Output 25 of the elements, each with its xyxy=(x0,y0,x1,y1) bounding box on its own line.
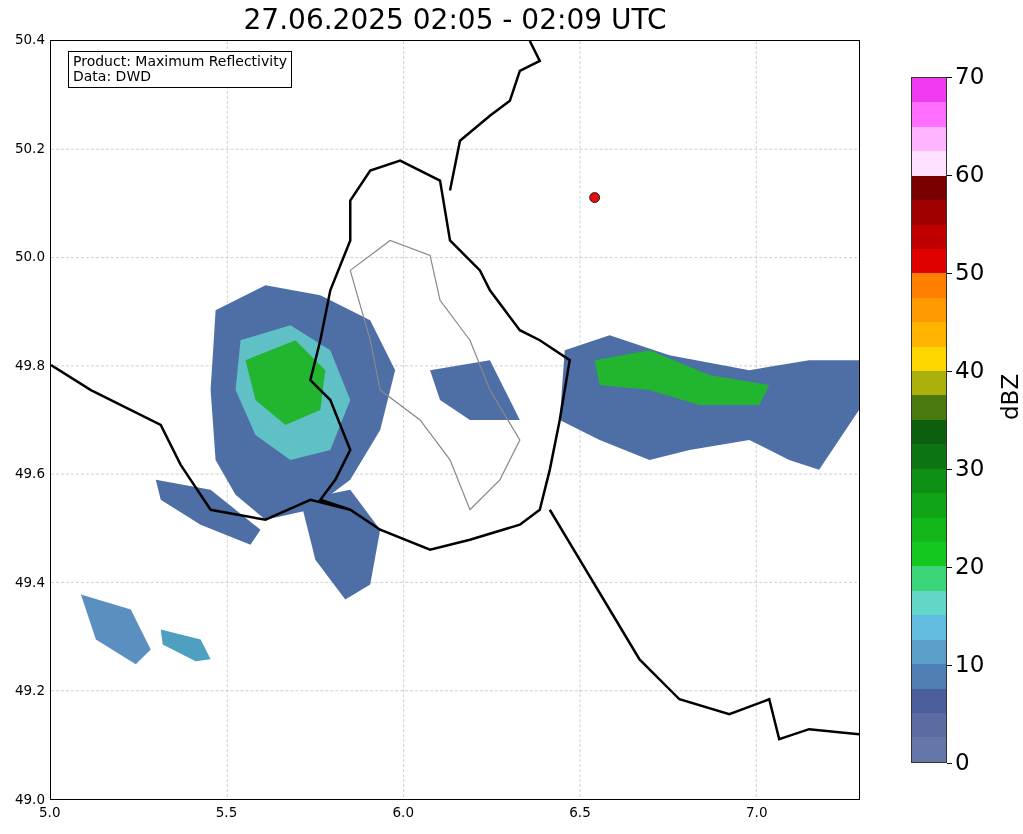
axis-tick-label: 5.5 xyxy=(215,806,238,820)
axis-tick-label: 50.0 xyxy=(14,250,45,264)
colorbar-tick-label: 40 xyxy=(955,359,985,382)
axis-tick-label: 7.0 xyxy=(746,806,768,820)
colorbar-tick-label: 50 xyxy=(955,261,985,284)
axis-tick-label: 5.0 xyxy=(39,806,61,820)
axis-tick-label: 50.2 xyxy=(14,141,45,156)
axis-tick-label: 49.0 xyxy=(14,793,45,807)
info-text-line: Data: DWD xyxy=(73,69,152,85)
info-text-line: Product: Maximum Reflectivity xyxy=(73,54,287,70)
axis-tick-label: 49.4 xyxy=(14,575,45,590)
chart-title: 27.06.2025 02:05 - 02:09 UTC xyxy=(243,6,667,34)
colorbar-tick-label: 70 xyxy=(955,65,985,88)
axis-tick-label: 50.4 xyxy=(14,33,45,47)
axis-tick-label: 6.5 xyxy=(569,806,591,820)
colorbar-tick-label: 20 xyxy=(955,555,985,578)
axis-tick-label: 6.0 xyxy=(392,806,414,820)
axis-tick-label: 49.2 xyxy=(14,684,45,698)
colorbar-tick-label: 0 xyxy=(955,751,970,774)
axis-tick-label: 49.6 xyxy=(14,467,45,481)
axis-tick-label: 49.8 xyxy=(14,358,45,373)
colorbar-tick-label: 60 xyxy=(955,163,985,186)
colorbar-tick-label: 10 xyxy=(955,653,985,676)
colorbar-label: dBZ xyxy=(996,373,1023,420)
colorbar-tick-label: 30 xyxy=(955,457,985,480)
